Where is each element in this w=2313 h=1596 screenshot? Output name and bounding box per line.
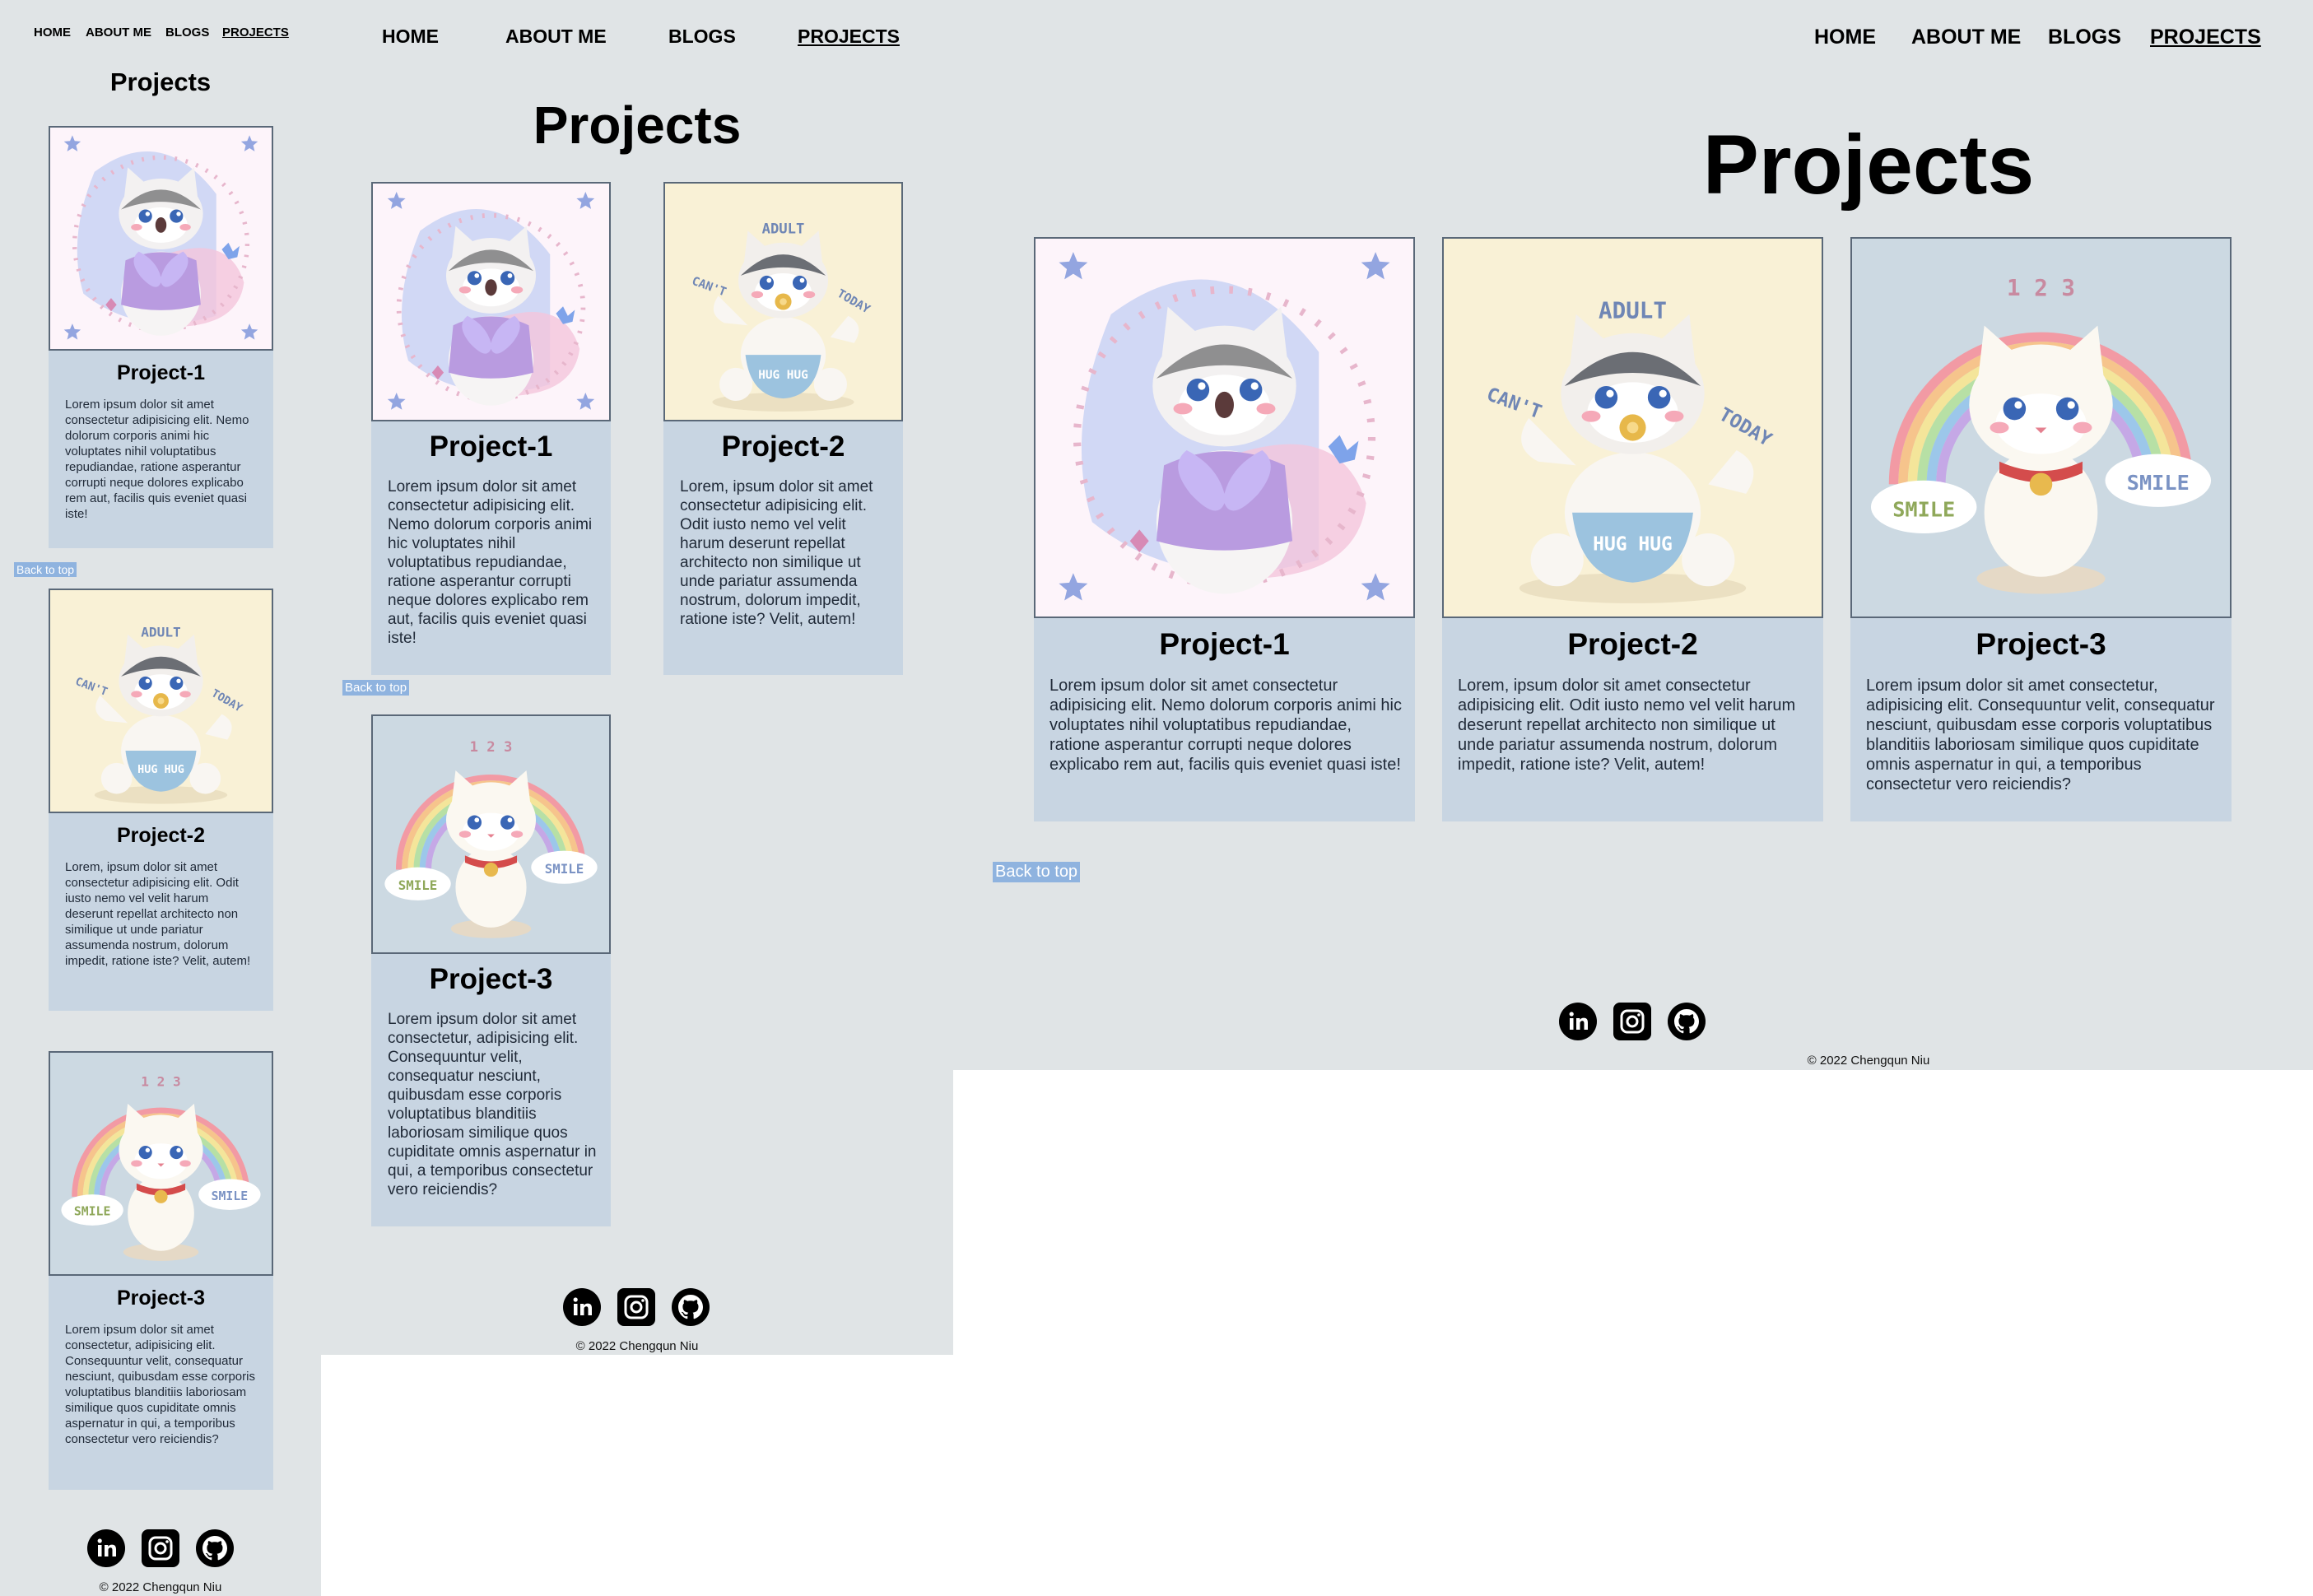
nav-about-me[interactable]: ABOUT ME <box>505 26 607 48</box>
svg-text:SMILE: SMILE <box>1892 497 1955 521</box>
project-description: Lorem, ipsum dolor sit amet consectetur … <box>65 860 251 968</box>
nav-about-me[interactable]: ABOUT ME <box>86 26 151 40</box>
nav-blogs[interactable]: BLOGS <box>165 26 209 40</box>
project-2-art: ADULT CAN'T TODAY HUG HUG <box>1444 239 1822 617</box>
project-description: Lorem ipsum dolor sit amet consectetur, … <box>1866 677 2215 793</box>
project-description: Lorem ipsum dolor sit amet consectetur, … <box>65 1323 255 1446</box>
project-description: Lorem ipsum dolor sit amet consectetur a… <box>65 398 249 521</box>
project-card[interactable]: 1 2 3 SMILE SMILE Project-3 Lorem ipsum … <box>49 1051 273 1490</box>
project-card[interactable]: ADULT CAN'T TODAY HUG HUG Project-2 Lore… <box>1442 237 1823 821</box>
svg-text:HUG HUG: HUG HUG <box>758 369 807 382</box>
project-title: Project-3 <box>1976 627 2106 661</box>
project-title: Project-3 <box>429 963 553 995</box>
github-icon[interactable] <box>672 1288 710 1326</box>
nav-home[interactable]: HOME <box>382 26 439 48</box>
project-title: Project-1 <box>117 361 205 384</box>
github-icon[interactable] <box>1668 1003 1706 1040</box>
project-title: Project-1 <box>1159 627 1290 661</box>
nav-about-me[interactable]: ABOUT ME <box>1911 26 2021 49</box>
svg-text:1 2 3: 1 2 3 <box>470 739 513 756</box>
project-1-image[interactable] <box>1034 237 1415 618</box>
svg-text:1 2 3: 1 2 3 <box>2007 275 2075 301</box>
project-3-art: 1 2 3 SMILE SMILE <box>50 1053 272 1274</box>
desktop-view: HOME ABOUT ME BLOGS PROJECTS Projects Pr… <box>953 0 2313 1070</box>
svg-text:ADULT: ADULT <box>762 221 805 237</box>
svg-text:1 2 3: 1 2 3 <box>141 1073 181 1089</box>
project-card[interactable]: 1 2 3 SMILE SMILE Project-3 Lorem ipsum … <box>1850 237 2232 821</box>
svg-text:ADULT: ADULT <box>141 624 181 640</box>
back-to-top-link[interactable]: Back to top <box>14 562 77 577</box>
svg-text:HUG HUG: HUG HUG <box>1593 534 1673 556</box>
project-3-image[interactable]: 1 2 3 SMILE SMILE <box>371 714 611 954</box>
project-1-art <box>1035 239 1413 617</box>
project-card[interactable]: Project-1 Lorem ipsum dolor sit amet con… <box>1034 237 1415 821</box>
social-links <box>87 1529 234 1567</box>
svg-text:SMILE: SMILE <box>212 1189 249 1203</box>
project-1-art <box>373 184 609 420</box>
project-description: Lorem ipsum dolor sit amet consectetur a… <box>1049 677 1402 774</box>
copyright: © 2022 Chengqun Niu <box>1807 1054 1930 1068</box>
nav-home[interactable]: HOME <box>34 26 71 40</box>
project-title: Project-3 <box>117 1287 205 1310</box>
project-title: Project-2 <box>1567 627 1698 661</box>
linkedin-icon[interactable] <box>87 1529 125 1567</box>
page-title: Projects <box>1702 118 2035 212</box>
project-title: Project-1 <box>429 430 553 463</box>
nav-blogs[interactable]: BLOGS <box>668 26 736 48</box>
project-description: Lorem, ipsum dolor sit amet consectetur … <box>680 478 873 628</box>
project-2-image[interactable]: ADULT CAN'T TODAY HUG HUG <box>663 182 903 421</box>
linkedin-icon[interactable] <box>563 1288 601 1326</box>
project-1-art <box>50 128 272 349</box>
nav-projects[interactable]: PROJECTS <box>798 26 900 48</box>
project-card[interactable]: ADULT CAN'T TODAY HUG HUG Project-2 Lore… <box>663 182 903 675</box>
social-links <box>563 1288 710 1326</box>
instagram-icon[interactable] <box>617 1288 655 1326</box>
project-2-image[interactable]: ADULT CAN'T TODAY HUG HUG <box>1442 237 1823 618</box>
social-links <box>1559 1003 1706 1040</box>
project-2-art: ADULT CAN'T TODAY HUG HUG <box>50 590 272 812</box>
project-description: Lorem ipsum dolor sit amet consectetur, … <box>388 1011 597 1198</box>
project-3-art: 1 2 3 SMILE SMILE <box>373 716 609 952</box>
copyright: © 2022 Chengqun Niu <box>575 1339 699 1353</box>
page-title: Projects <box>109 67 212 96</box>
project-title: Project-2 <box>117 824 205 847</box>
svg-text:SMILE: SMILE <box>545 861 584 877</box>
nav-blogs[interactable]: BLOGS <box>2048 26 2121 49</box>
nav-projects[interactable]: PROJECTS <box>2150 26 2261 49</box>
svg-text:ADULT: ADULT <box>1599 297 1667 323</box>
instagram-icon[interactable] <box>142 1529 179 1567</box>
svg-text:SMILE: SMILE <box>398 877 437 893</box>
project-card[interactable]: Project-1 Lorem ipsum dolor sit amet con… <box>371 182 611 675</box>
project-card[interactable]: ADULT CAN'T TODAY HUG HUG Project-2 Lore… <box>49 589 273 1011</box>
page-title: Projects <box>533 95 742 155</box>
copyright: © 2022 Chengqun Niu <box>99 1580 222 1594</box>
github-icon[interactable] <box>196 1529 234 1567</box>
nav-projects[interactable]: PROJECTS <box>222 26 289 40</box>
project-3-image[interactable]: 1 2 3 SMILE SMILE <box>1850 237 2232 618</box>
svg-text:SMILE: SMILE <box>74 1205 110 1219</box>
project-card[interactable]: Project-1 Lorem ipsum dolor sit amet con… <box>49 126 273 548</box>
project-3-art: 1 2 3 SMILE SMILE <box>1852 239 2230 617</box>
project-1-image[interactable] <box>49 126 273 351</box>
project-title: Project-2 <box>721 430 845 463</box>
project-3-image[interactable]: 1 2 3 SMILE SMILE <box>49 1051 273 1276</box>
project-2-image[interactable]: ADULT CAN'T TODAY HUG HUG <box>49 589 273 813</box>
project-2-art: ADULT CAN'T TODAY HUG HUG <box>665 184 901 420</box>
project-description: Lorem ipsum dolor sit amet consectetur a… <box>388 478 593 647</box>
svg-text:SMILE: SMILE <box>2127 471 2190 495</box>
back-to-top-link[interactable]: Back to top <box>342 680 410 696</box>
project-card[interactable]: 1 2 3 SMILE SMILE Project-3 Lorem ipsum … <box>371 714 611 1226</box>
back-to-top-link[interactable]: Back to top <box>993 862 1081 882</box>
tablet-view: HOME ABOUT ME BLOGS PROJECTS Projects Pr… <box>321 0 953 1355</box>
project-1-image[interactable] <box>371 182 611 421</box>
mobile-view: HOME ABOUT ME BLOGS PROJECTS Projects Pr… <box>0 0 321 1596</box>
nav-home[interactable]: HOME <box>1814 26 1876 49</box>
linkedin-icon[interactable] <box>1559 1003 1597 1040</box>
instagram-icon[interactable] <box>1613 1003 1651 1040</box>
svg-text:HUG HUG: HUG HUG <box>137 764 184 776</box>
project-description: Lorem, ipsum dolor sit amet consectetur … <box>1458 677 1796 774</box>
